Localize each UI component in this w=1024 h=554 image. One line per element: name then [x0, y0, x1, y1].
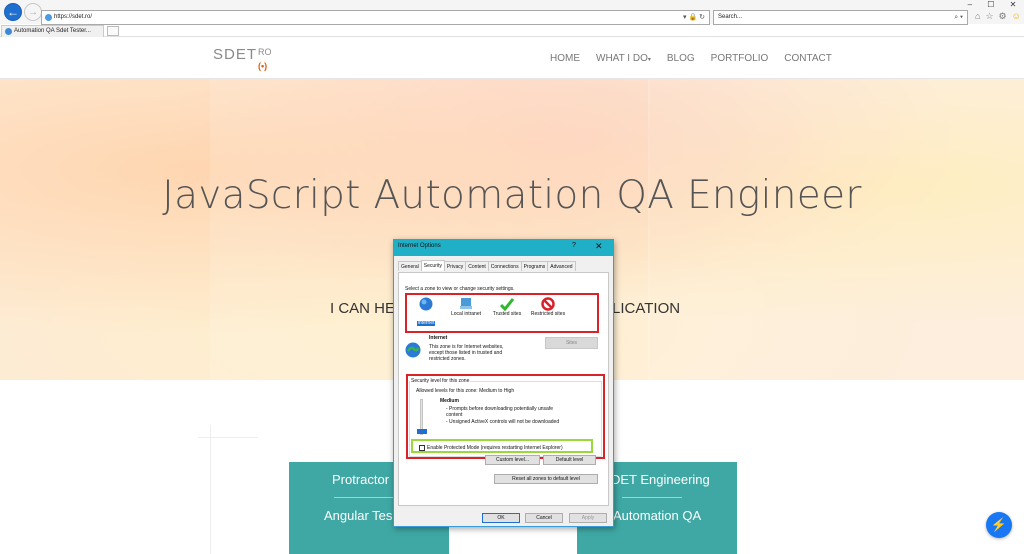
apply-button[interactable]: Apply [569, 513, 607, 523]
gear-icon[interactable]: ⚙ [999, 11, 1007, 22]
checkmark-icon [499, 297, 515, 312]
zone-label: Local intranet [450, 311, 482, 317]
card-subtitle: Automation QA [613, 508, 702, 523]
protected-mode-label[interactable]: Enable Protected Mode (requires restarti… [427, 445, 563, 451]
close-icon[interactable]: ✕ [595, 241, 603, 252]
tab-programs[interactable]: Programs [520, 261, 549, 271]
browser-tab[interactable]: Automation QA Sdet Tester... [1, 25, 104, 37]
hero-subtitle-left: I CAN HE [330, 300, 396, 317]
logo-suffix: RO [258, 47, 272, 57]
custom-level-button[interactable]: Custom level... [485, 455, 540, 465]
tab-general[interactable]: General [398, 261, 422, 271]
hero-overlay-panel-right [648, 79, 1024, 380]
nav-portfolio[interactable]: PORTFOLIO [711, 53, 769, 64]
dialog-titlebar[interactable]: Internet Options ? ✕ [394, 240, 613, 256]
address-bar-icons[interactable]: ▾ 🔒 ↻ [683, 11, 705, 24]
zone-label: Trusted sites [492, 311, 522, 317]
home-icon[interactable]: ⌂ [975, 11, 980, 22]
reset-all-zones-button[interactable]: Reset all zones to default level [494, 474, 598, 484]
hero-subtitle-right: LICATION [612, 300, 681, 317]
site-logo[interactable]: SDETRO (•) [213, 46, 272, 71]
zone-label: Restricted sites [530, 311, 566, 317]
forward-button[interactable]: → [24, 3, 42, 21]
nav-what-i-do-label: WHAT I DO [596, 52, 648, 64]
card-subtitle: Angular Tes [324, 508, 393, 523]
new-tab-button[interactable] [107, 26, 119, 36]
network-icon [459, 297, 473, 311]
hero-title: JavaScript Automation QA Engineer [162, 173, 862, 218]
messenger-chat-icon[interactable]: ⚡ [986, 512, 1012, 538]
security-level-header: Security level for this zone [410, 378, 471, 384]
slider-thumb[interactable] [417, 429, 427, 434]
zone-restricted-sites[interactable]: Restricted sites [530, 297, 566, 317]
tab-title: Automation QA Sdet Tester... [14, 28, 91, 34]
zone-internet[interactable]: Internet [411, 297, 441, 329]
browser-toolbar-icons: ⌂ ☆ ⚙ ☺ [975, 11, 1021, 22]
site-header: SDETRO (•) HOME WHAT I DO▾ BLOG PORTFOLI… [0, 37, 1024, 79]
globe-icon [419, 297, 433, 311]
tab-connections[interactable]: Connections [487, 261, 522, 271]
address-bar[interactable]: https://sdet.ro/ ▾ 🔒 ↻ [41, 10, 710, 25]
tab-content[interactable]: Content [465, 261, 489, 271]
card-divider [334, 497, 394, 498]
main-nav: HOME WHAT I DO▾ BLOG PORTFOLIO CONTACT [550, 37, 832, 79]
zone-local-intranet[interactable]: Local intranet [446, 297, 486, 317]
nav-home[interactable]: HOME [550, 53, 580, 64]
ok-button[interactable]: OK [482, 513, 520, 523]
tab-favicon-icon [5, 28, 12, 35]
search-placeholder: Search... [718, 14, 743, 20]
zone-name: Internet [429, 335, 448, 341]
allowed-levels-text: Allowed levels for this zone: Medium to … [416, 388, 515, 394]
browser-toolbar: ← → https://sdet.ro/ ▾ 🔒 ↻ Search... ⌕ ▾… [0, 0, 1024, 25]
level-detail-line: content [446, 412, 463, 418]
close-window-icon[interactable]: ✕ [1010, 0, 1017, 10]
nav-what-i-do[interactable]: WHAT I DO▾ [596, 53, 651, 64]
tab-strip: Automation QA Sdet Tester... [0, 25, 1024, 37]
search-icon[interactable]: ⌕ ▾ [954, 11, 963, 24]
default-level-button[interactable]: Default level [543, 455, 596, 465]
sites-button[interactable]: Sites [545, 337, 598, 349]
back-button[interactable]: ← [4, 3, 22, 21]
zone-label: Internet [416, 320, 436, 326]
divider [210, 425, 211, 554]
restricted-icon [541, 297, 555, 311]
select-zone-text: Select a zone to view or change security… [405, 286, 515, 292]
minimize-icon[interactable]: – [968, 0, 972, 10]
maximize-icon[interactable]: ☐ [987, 0, 994, 10]
card-divider [622, 497, 682, 498]
zone-trusted-sites[interactable]: Trusted sites [489, 297, 525, 317]
smiley-icon[interactable]: ☺ [1012, 11, 1021, 22]
search-input[interactable]: Search... ⌕ ▾ [713, 10, 968, 25]
help-icon[interactable]: ? [572, 242, 576, 249]
divider [198, 437, 258, 438]
window-controls: – ☐ ✕ [960, 0, 1024, 10]
logo-text: SDET [213, 46, 258, 63]
cancel-button[interactable]: Cancel [525, 513, 563, 523]
tab-privacy[interactable]: Privacy [443, 261, 467, 271]
star-icon[interactable]: ☆ [985, 11, 993, 22]
zone-description-line: restricted zones. [429, 356, 466, 362]
nav-blog[interactable]: BLOG [667, 53, 695, 64]
dialog-title: Internet Options [398, 243, 441, 249]
logo-signal-icon: (•) [258, 61, 268, 71]
tab-advanced[interactable]: Advanced [547, 261, 576, 271]
nav-contact[interactable]: CONTACT [784, 53, 832, 64]
card-title: DET Engineering [611, 472, 710, 487]
card-title: Protractor [332, 472, 390, 487]
tab-security[interactable]: Security [420, 260, 445, 271]
dialog-tabs: General Security Privacy Content Connect… [398, 260, 576, 272]
internet-options-dialog: Internet Options ? ✕ General Security Pr… [393, 239, 614, 527]
protected-mode-checkbox[interactable] [419, 445, 425, 451]
level-detail-line: - Unsigned ActiveX controls will not be … [446, 419, 560, 425]
site-favicon-icon [45, 14, 52, 21]
chevron-down-icon: ▾ [647, 56, 651, 63]
globe-icon [405, 342, 421, 358]
url-text: https://sdet.ro/ [54, 14, 93, 20]
security-level-name: Medium [440, 398, 459, 404]
